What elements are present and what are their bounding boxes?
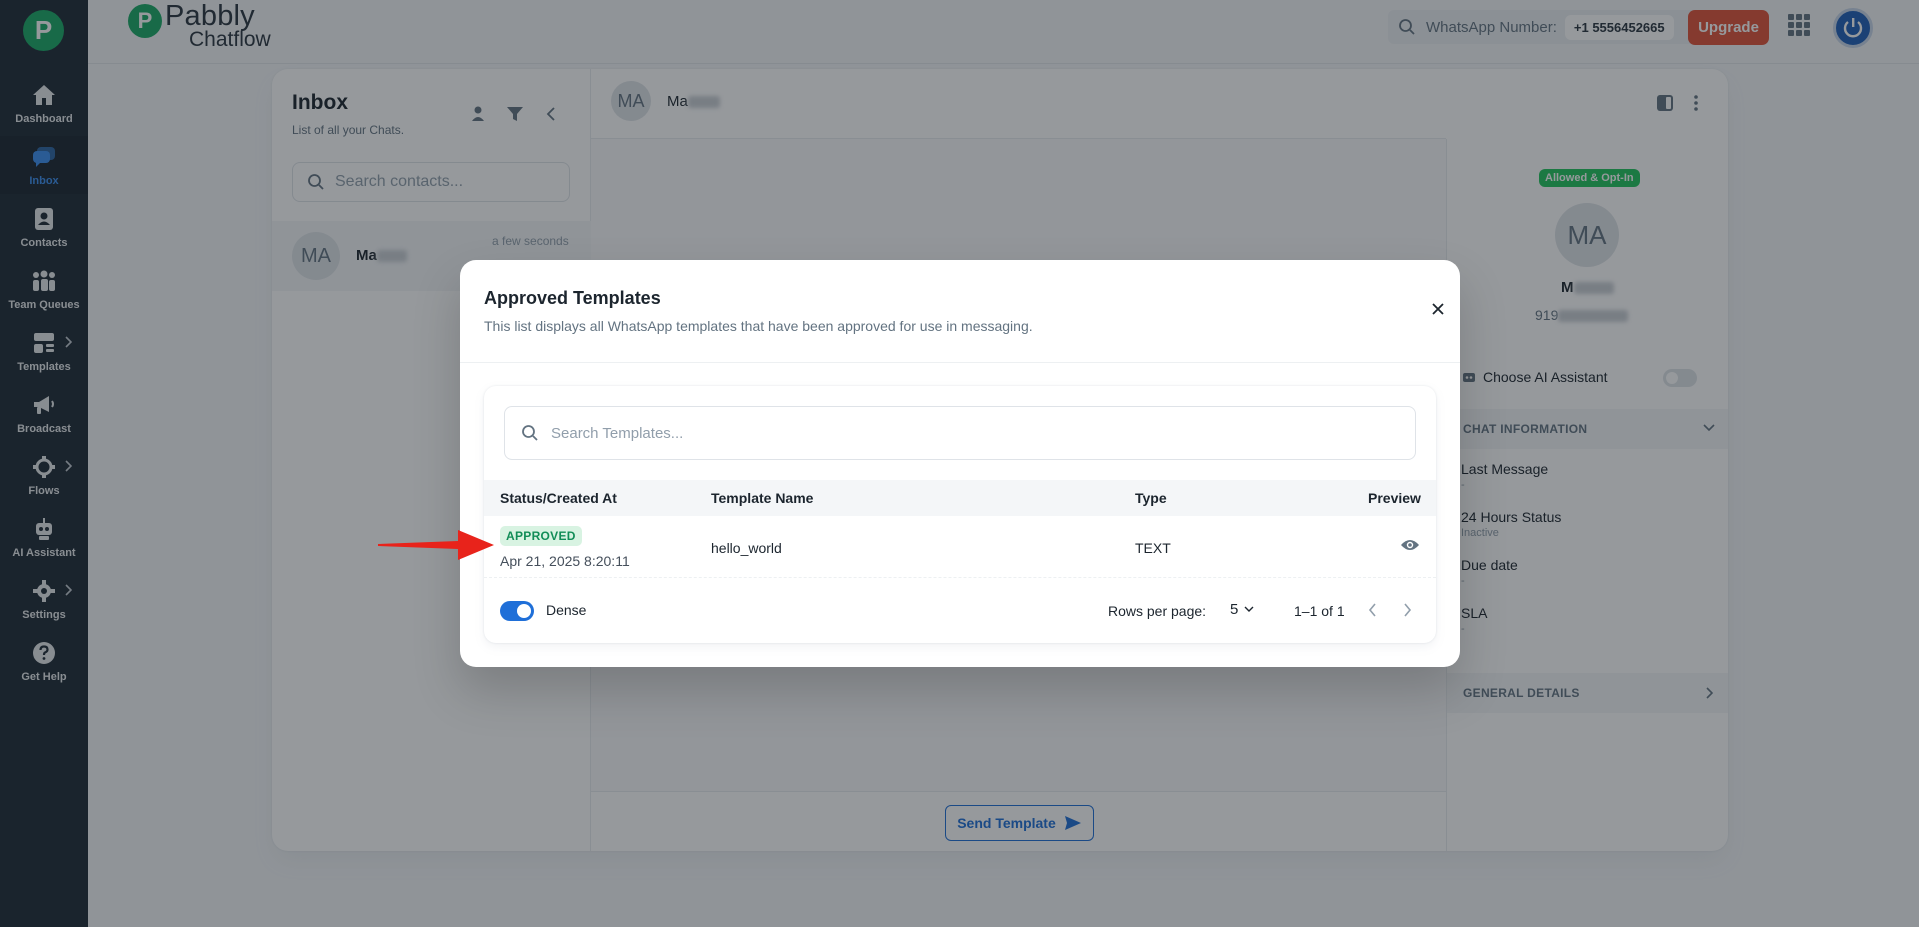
search-templates-input[interactable]: Search Templates...: [504, 406, 1416, 460]
column-header-status[interactable]: Status/Created At: [500, 490, 617, 506]
template-name: hello_world: [711, 540, 782, 556]
column-header-type[interactable]: Type: [1135, 490, 1167, 506]
templates-table-card: Search Templates... Status/Created At Te…: [484, 386, 1436, 643]
dense-label: Dense: [546, 602, 587, 618]
table-footer: Dense Rows per page: 5 1–1 of 1: [484, 578, 1436, 643]
created-at: Apr 21, 2025 8:20:11: [500, 553, 630, 569]
approved-templates-dialog: Approved Templates This list displays al…: [460, 260, 1460, 667]
dense-toggle[interactable]: [500, 601, 534, 621]
previous-page-icon[interactable]: [1368, 603, 1378, 617]
column-header-template-name[interactable]: Template Name: [711, 490, 813, 506]
table-header: Status/Created At Template Name Type Pre…: [484, 480, 1436, 516]
search-templates-placeholder: Search Templates...: [551, 424, 684, 442]
rows-per-page-select[interactable]: 5: [1230, 601, 1254, 618]
dialog-title: Approved Templates: [484, 288, 661, 308]
close-icon[interactable]: [1431, 302, 1445, 316]
search-icon: [522, 425, 538, 441]
status-badge: APPROVED: [500, 526, 582, 546]
template-type: TEXT: [1135, 540, 1171, 556]
eye-icon[interactable]: [1400, 537, 1420, 553]
dialog-divider: [460, 362, 1460, 363]
dialog-subtitle: This list displays all WhatsApp template…: [484, 318, 1033, 334]
annotation-arrow-icon: [378, 530, 494, 560]
pagination-range: 1–1 of 1: [1294, 603, 1345, 619]
table-row[interactable]: APPROVED Apr 21, 2025 8:20:11 hello_worl…: [484, 516, 1436, 578]
chevron-down-icon: [1244, 606, 1254, 612]
rows-per-page-label: Rows per page:: [1108, 603, 1207, 619]
column-header-preview: Preview: [1368, 490, 1421, 506]
next-page-icon[interactable]: [1402, 603, 1412, 617]
